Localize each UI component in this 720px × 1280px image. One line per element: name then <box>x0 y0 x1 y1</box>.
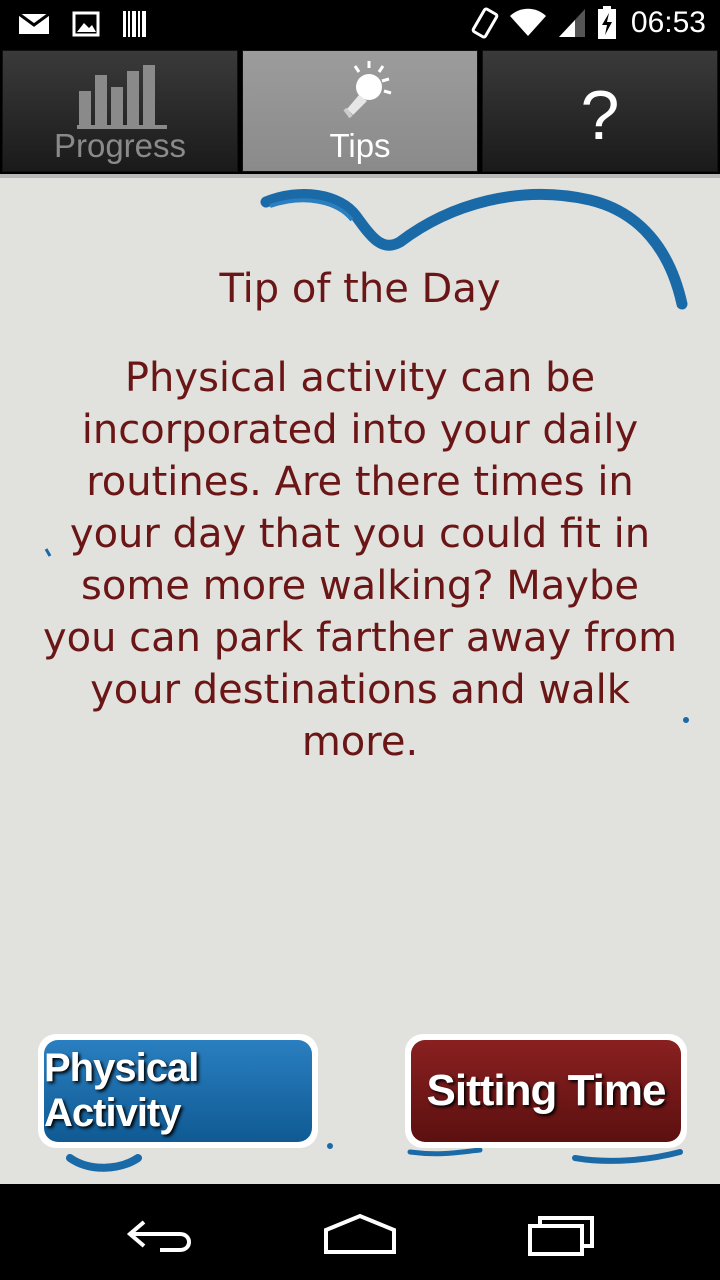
sitting-time-button[interactable]: Sitting Time <box>405 1034 687 1148</box>
tab-divider <box>0 174 720 178</box>
tip-title: Tip of the Day <box>219 266 501 312</box>
sitting-time-label: Sitting Time <box>411 1040 681 1142</box>
tab-tips[interactable]: Tips <box>242 50 478 172</box>
bar-chart-icon <box>77 65 167 129</box>
help-icon: ? <box>580 76 620 154</box>
recent-apps-icon[interactable] <box>526 1214 596 1256</box>
tip-body: Physical activity can be incorporated in… <box>42 355 678 765</box>
barcode-icon <box>123 11 146 37</box>
wifi-icon <box>509 8 546 37</box>
tab-progress-label: Progress <box>53 127 187 164</box>
back-icon[interactable] <box>124 1216 196 1256</box>
brush-speck-right <box>683 717 689 723</box>
physical-activity-button[interactable]: Physical Activity <box>38 1034 318 1148</box>
tab-progress[interactable]: Progress <box>2 50 238 172</box>
tab-tips-label: Tips <box>329 127 391 164</box>
tab-bar: Progress Tips ? <box>0 50 720 174</box>
rotate-icon <box>471 7 499 39</box>
clock: 06:53 <box>630 6 706 39</box>
physical-activity-label: Physical Activity <box>44 1040 312 1142</box>
battery-charging-icon <box>597 6 616 39</box>
mail-icon <box>18 12 50 34</box>
image-icon <box>72 11 100 37</box>
home-icon[interactable] <box>322 1212 398 1256</box>
tab-help[interactable]: ? <box>482 50 718 172</box>
navigation-bar <box>0 1184 720 1280</box>
status-bar: 06:53 <box>0 0 720 50</box>
signal-icon <box>558 9 585 37</box>
lightbulb-icon <box>343 61 392 119</box>
